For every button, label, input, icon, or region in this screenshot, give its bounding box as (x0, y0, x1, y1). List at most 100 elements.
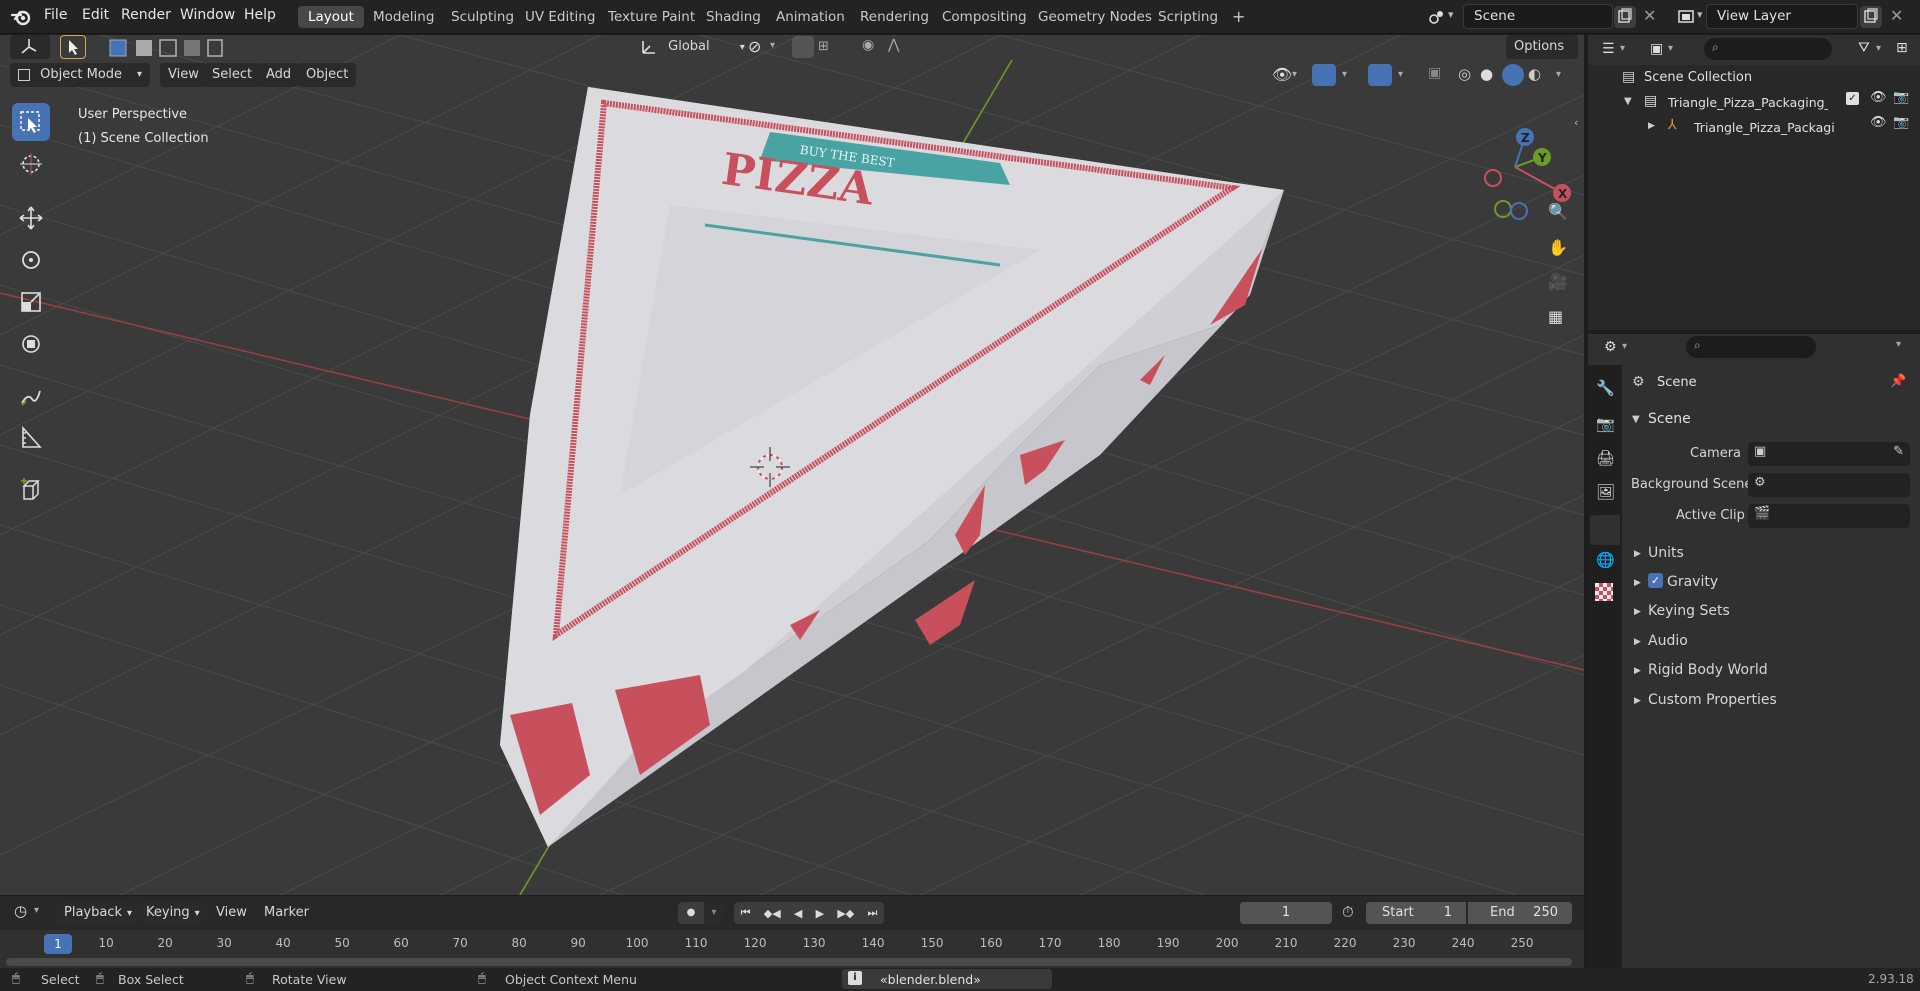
expand-keying-sets-icon[interactable]: ▶ (1634, 607, 1641, 617)
scene-tab-icon[interactable] (1590, 515, 1620, 545)
select-mode-button[interactable] (60, 35, 86, 59)
play-icon[interactable]: ▶ (816, 907, 824, 920)
jump-end-icon[interactable]: ⏭ (867, 906, 877, 920)
chevron-down-icon[interactable]: ▾ (1398, 69, 1403, 80)
visibility-icon[interactable]: 👁 (1272, 65, 1292, 84)
chevron-down-icon[interactable]: ▾ (1292, 69, 1297, 80)
frame-ruler[interactable]: 1 10 20 30 40 50 60 70 80 90 100 110 120 130 140 150 16… (0, 934, 1584, 956)
chevron-down-icon[interactable]: ▾ (1697, 8, 1703, 21)
chevron-down-icon[interactable]: ▾ (1342, 69, 1347, 80)
grid-toggle-icon[interactable]: ▦ (1548, 307, 1563, 326)
close-icon[interactable]: ✕ (1643, 6, 1656, 25)
tool-rotate[interactable] (12, 241, 50, 279)
tool-move[interactable] (12, 199, 50, 237)
properties-search-input[interactable]: ⌕ (1686, 336, 1816, 358)
menu-edit[interactable]: Edit (82, 7, 109, 23)
view-layer-icon[interactable] (1676, 7, 1696, 27)
collection-checkbox[interactable]: ✓ (1846, 92, 1859, 105)
editor-type-button[interactable] (10, 35, 50, 59)
scene-selector[interactable]: Scene (1463, 4, 1613, 29)
tab-rendering[interactable]: Rendering (850, 6, 939, 28)
expand-custom-props-icon[interactable]: ▶ (1634, 696, 1641, 706)
material-shading-icon[interactable] (1502, 64, 1524, 86)
units-panel-header[interactable]: Units (1648, 545, 1684, 561)
tool-add-cube[interactable] (12, 471, 50, 509)
pan-hand-icon[interactable]: ✋ (1548, 238, 1568, 257)
chevron-down-icon[interactable]: ▾ (1556, 69, 1561, 80)
world-tab-icon[interactable]: 🌐 (1596, 551, 1615, 569)
snap-toggle-icon[interactable] (792, 36, 814, 58)
tab-sculpting[interactable]: Sculpting (441, 6, 524, 28)
chevron-down-icon[interactable]: ▾ (1448, 8, 1454, 21)
chevron-down-icon[interactable]: ▾ (1876, 43, 1881, 54)
pin-icon[interactable]: 📌 (1890, 374, 1906, 389)
blender-logo-icon[interactable] (10, 6, 32, 28)
tab-layout[interactable]: Layout (298, 6, 364, 28)
start-frame-field[interactable]: Start 1 (1366, 902, 1466, 924)
chevron-down-icon[interactable]: ▾ (1896, 339, 1901, 350)
rendered-shading-icon[interactable]: ◐ (1528, 65, 1541, 83)
close-icon[interactable]: ✕ (1890, 6, 1903, 25)
tab-animation[interactable]: Animation (766, 6, 855, 28)
playback-menu[interactable]: Playback ▾ (56, 901, 136, 925)
menu-help[interactable]: Help (244, 7, 276, 23)
render-camera-icon[interactable]: 📷 (1893, 90, 1909, 105)
keying-sets-panel-header[interactable]: Keying Sets (1648, 603, 1730, 619)
outliner-search-input[interactable]: ⌕ (1704, 38, 1832, 60)
playhead-frame[interactable]: 1 (44, 934, 72, 954)
transform-orientation[interactable]: Global ▾ (640, 35, 745, 59)
view-layer-selector[interactable]: View Layer (1706, 4, 1858, 29)
active-clip-field[interactable]: 🎬 (1748, 504, 1910, 528)
texture-tab-icon[interactable] (1595, 583, 1613, 601)
camera-field[interactable]: ▣ ✎ (1748, 442, 1910, 466)
tool-annotate[interactable] (12, 377, 50, 415)
scene-section-label[interactable]: Scene (1648, 411, 1691, 427)
xray-icon[interactable]: ▣ (1428, 65, 1441, 81)
object-label[interactable]: Triangle_Pizza_Packaging (1694, 120, 1834, 135)
tool-select-box[interactable] (12, 103, 50, 141)
chevron-down-icon[interactable]: ▾ (1668, 43, 1673, 54)
timeline-scrollbar[interactable] (6, 958, 1572, 966)
expand-rigid-body-icon[interactable]: ▶ (1634, 666, 1641, 676)
timeline-view-menu[interactable]: View (216, 901, 247, 925)
output-tab-icon[interactable]: 🖨 (1596, 449, 1615, 467)
tool-tab-icon[interactable]: 🔧 (1596, 379, 1615, 397)
new-view-layer-button[interactable] (1860, 6, 1882, 28)
pivot-icon[interactable]: ⊘ (748, 37, 761, 56)
overlays-toggle-icon[interactable] (1368, 64, 1392, 86)
jump-start-icon[interactable]: ⏮ (741, 906, 751, 920)
tool-cursor[interactable] (12, 145, 50, 183)
view-layer-tab-icon[interactable]: 🖼 (1596, 483, 1615, 501)
tab-geometry-nodes[interactable]: Geometry Nodes (1028, 6, 1162, 28)
object-menu[interactable]: Object (298, 63, 357, 87)
display-mode-icon[interactable]: ▣ (1650, 41, 1663, 57)
collection-label[interactable]: Triangle_Pizza_Packaging_Bo (1668, 95, 1828, 110)
expand-audio-icon[interactable]: ▶ (1634, 637, 1641, 647)
collapse-icon[interactable]: ▼ (1632, 414, 1640, 425)
menu-window[interactable]: Window (180, 7, 235, 23)
tool-transform[interactable] (12, 325, 50, 363)
expand-collection-icon[interactable]: ▼ (1624, 96, 1632, 107)
falloff-icon[interactable]: ⋀ (888, 37, 899, 53)
camera-view-icon[interactable]: 🎥 (1548, 272, 1568, 291)
zoom-icon[interactable]: 🔍 (1548, 202, 1568, 221)
expand-object-icon[interactable]: ▶ (1648, 121, 1655, 131)
proportional-edit-icon[interactable]: ◉ (862, 37, 874, 53)
add-menu[interactable]: Add (258, 63, 300, 87)
eyedropper-icon[interactable]: ✎ (1893, 444, 1904, 459)
custom-properties-panel-header[interactable]: Custom Properties (1648, 692, 1777, 708)
tool-scale[interactable] (12, 283, 50, 321)
options-button[interactable]: Options ▾ (1506, 35, 1578, 77)
render-camera-icon[interactable]: 📷 (1893, 115, 1909, 130)
tab-modeling[interactable]: Modeling (363, 6, 444, 28)
tab-uv-editing[interactable]: UV Editing (515, 6, 605, 28)
filter-icon[interactable]: ⛛ (1858, 40, 1870, 56)
menu-file[interactable]: File (44, 7, 67, 23)
tab-compositing[interactable]: Compositing (932, 6, 1037, 28)
marker-menu[interactable]: Marker (264, 901, 309, 925)
record-icon[interactable]: ● (678, 902, 704, 924)
visibility-eye-icon[interactable]: 👁 (1870, 115, 1887, 130)
gravity-checkbox[interactable]: ✓ (1648, 573, 1663, 588)
chevron-down-icon[interactable]: ▾ (770, 40, 775, 51)
stopwatch-icon[interactable]: ⏱ (1342, 903, 1354, 921)
